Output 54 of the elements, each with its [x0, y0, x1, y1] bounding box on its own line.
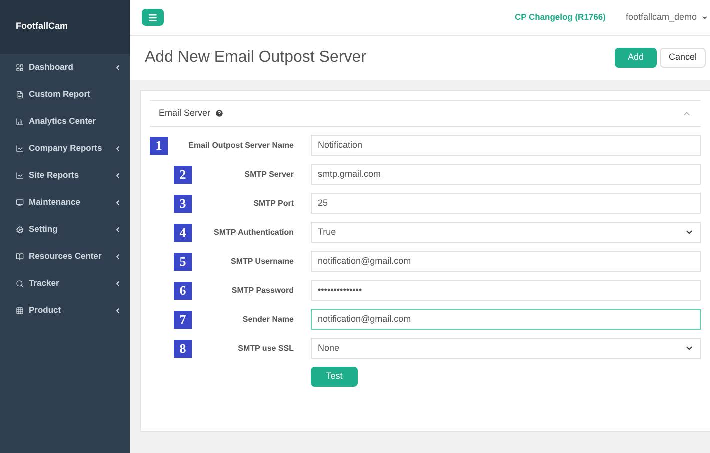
- help-icon[interactable]: [214, 109, 224, 118]
- step-badge: 7: [174, 310, 192, 328]
- sidebar-item[interactable]: Resources Center: [0, 243, 130, 270]
- step-badge: 2: [174, 166, 192, 184]
- field-label: SMTP Port: [252, 198, 294, 210]
- field-label: SMTP Authentication: [213, 226, 294, 238]
- bar-chart-icon: [16, 118, 24, 126]
- field-label: SMTP use SSL: [237, 342, 294, 354]
- sidebar-item[interactable]: Company Reports: [0, 135, 130, 162]
- input-field[interactable]: notification@gmail.com: [311, 251, 701, 272]
- chevron-icon: [685, 344, 694, 353]
- line-chart-icon: [16, 144, 24, 152]
- input-field[interactable]: smtp.gmail.com: [311, 164, 701, 185]
- cancel-button[interactable]: Cancel: [660, 48, 706, 68]
- menu-button[interactable]: [142, 9, 164, 26]
- input-field[interactable]: 25: [311, 193, 701, 214]
- input-field[interactable]: ••••••••••••••: [311, 280, 701, 301]
- sidebar-item[interactable]: Analytics Center: [0, 108, 130, 135]
- select-field[interactable]: True: [311, 222, 701, 243]
- step-badge: 5: [174, 252, 192, 270]
- step-badge: 4: [174, 224, 192, 242]
- field-label: SMTP Server: [244, 168, 294, 180]
- book-icon: [16, 252, 24, 260]
- chevron-icon: [685, 228, 694, 237]
- user-menu[interactable]: footfallcam_demo: [626, 10, 709, 24]
- field-label: SMTP Username: [230, 256, 294, 268]
- sidebar-item[interactable]: Custom Report: [0, 81, 130, 108]
- line-chart-icon: [16, 172, 24, 180]
- field-label: Sender Name: [242, 314, 294, 326]
- magnifier-icon: [16, 280, 24, 288]
- field-label: Email Outpost Server Name: [188, 140, 294, 152]
- step-badge: 1: [150, 136, 168, 154]
- section-title: Email Server: [159, 106, 682, 120]
- page-title: Add New Email Outpost Server: [145, 48, 368, 68]
- input-field[interactable]: Notification: [311, 135, 701, 156]
- table-icon: [16, 306, 24, 314]
- sidebar-item[interactable]: Dashboard: [0, 54, 130, 81]
- step-badge: 6: [174, 282, 192, 300]
- grid-icon: [16, 64, 24, 72]
- field-label: SMTP Password: [230, 284, 294, 296]
- monitor-icon: [16, 198, 24, 206]
- select-field[interactable]: None: [311, 338, 701, 359]
- input-field[interactable]: notification@gmail.com: [311, 309, 701, 330]
- brand-name: FootfallCam: [16, 20, 68, 34]
- menu-icon: [148, 12, 158, 22]
- gears-icon: [16, 226, 24, 234]
- sidebar-item[interactable]: Setting: [0, 216, 130, 243]
- step-badge: 8: [174, 340, 192, 358]
- sidebar-item[interactable]: Product: [0, 297, 130, 324]
- sidebar-item[interactable]: Site Reports: [0, 162, 130, 189]
- document-icon: [16, 90, 24, 98]
- sidebar-item[interactable]: Maintenance: [0, 189, 130, 216]
- step-badge: 3: [174, 194, 192, 212]
- sidebar-item[interactable]: Tracker: [0, 270, 130, 297]
